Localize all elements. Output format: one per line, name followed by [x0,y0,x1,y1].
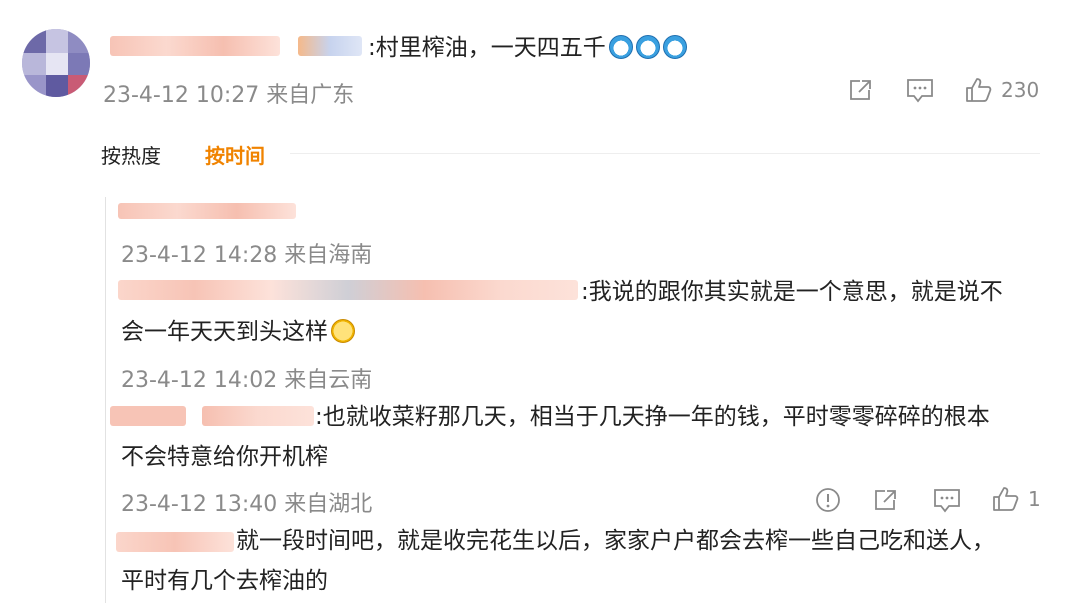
reply-text-line2: 不会特意给你开机榨 [121,444,328,470]
like-button[interactable]: 230 [965,77,1039,103]
reply-redacted-text [118,203,296,219]
reply-location: 来自云南 [284,368,373,393]
share-icon[interactable] [873,488,899,512]
reply-text: 就一段时间吧，就是收完花生以后，家家户户都会去榨一些自己吃和送人， [236,528,995,554]
reply-meta: 23-4-12 13:40 来自湖北 [121,486,372,518]
username-redacted[interactable] [110,36,280,56]
username-redacted[interactable] [298,36,362,56]
tab-sort-hot[interactable]: 按热度 [101,140,161,169]
comment-location: 来自广东 [266,83,355,108]
reply-date: 23-4-12 13:40 [121,492,278,517]
reply-date: 23-4-12 14:02 [121,368,278,393]
reply-text: :我说的跟你其实就是一个意思，就是说不 [581,279,1003,305]
thumbs-up-icon [992,486,1020,512]
reply-text: :也就收菜籽那几天，相当于几天挣一年的钱，平时零零碎碎的根本 [315,404,990,430]
username-redacted[interactable] [116,532,234,552]
laugh-cry-emoji [331,319,355,343]
reply-text-line2: 会一年天天到头这样 [121,313,355,351]
username-redacted[interactable] [118,280,578,300]
reply-text-line2: 平时有几个去榨油的 [121,568,328,594]
tab-sort-time[interactable]: 按时间 [205,140,265,169]
avatar[interactable] [22,29,90,97]
reply-meta: 23-4-12 14:28 来自海南 [121,237,372,269]
reply-date: 23-4-12 14:28 [121,243,278,268]
comment-meta: 23-4-12 10:27 来自广东 [103,77,354,109]
doge-emoji [662,35,687,59]
divider [290,153,1040,154]
username-redacted[interactable] [110,406,186,426]
doge-emoji [608,35,633,59]
comment-icon[interactable] [906,78,934,104]
comment-text: :村里榨油，一天四五千 [368,28,687,68]
username-redacted[interactable] [202,406,314,426]
comment-icon[interactable] [933,488,961,514]
reply-location: 来自海南 [284,243,373,268]
report-icon[interactable] [815,487,841,513]
comment-date: 23-4-12 10:27 [103,83,260,108]
doge-emoji [635,35,660,59]
like-count: 230 [1001,78,1040,102]
comment-body: :村里榨油，一天四五千 [368,35,606,61]
reply-body: 会一年天天到头这样 [121,319,328,345]
thumbs-up-icon [965,77,993,103]
share-icon[interactable] [848,78,874,102]
reply-location: 来自湖北 [284,492,373,517]
like-button[interactable]: 1 [992,486,1041,512]
like-count: 1 [1028,487,1041,511]
reply-meta: 23-4-12 14:02 来自云南 [121,362,372,394]
thread-line [105,197,106,603]
